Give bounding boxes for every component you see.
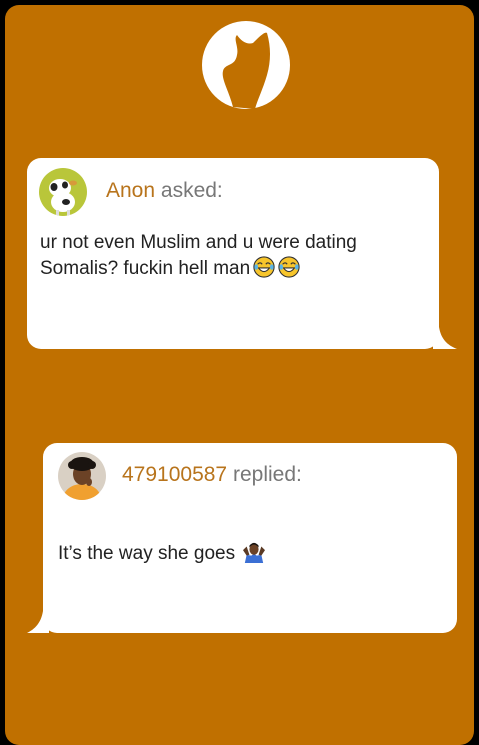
cat-logo-icon <box>202 21 290 109</box>
question-text: ur not even Muslim and u were dating Som… <box>40 232 357 279</box>
tears-of-joy-emoji-icon <box>278 256 300 278</box>
tears-of-joy-emoji-icon <box>253 256 275 278</box>
reply-text-block: It’s the way she goes <box>58 541 438 567</box>
asked-label: asked: <box>160 179 223 202</box>
reply-bubble: 479100587 replied: It’s the way she goes <box>27 443 457 633</box>
question-text-block: ur not even Muslim and u were dating Som… <box>40 230 420 282</box>
asker-avatar[interactable] <box>39 168 87 216</box>
reply-text: It’s the way she goes <box>58 543 236 564</box>
post-card: Anon asked: ur not even Muslim and u wer… <box>5 5 474 745</box>
asker-line: Anon asked: <box>106 179 223 203</box>
replier-avatar[interactable] <box>58 452 106 500</box>
asker-name[interactable]: Anon <box>106 179 155 202</box>
bubble-tail <box>27 611 49 633</box>
question-bubble: Anon asked: ur not even Muslim and u wer… <box>27 158 457 349</box>
shrug-emoji-icon <box>243 542 266 563</box>
cow-avatar-icon <box>39 168 87 216</box>
replier-line: 479100587 replied: <box>122 463 302 487</box>
replied-label: replied: <box>232 463 302 486</box>
user-photo-avatar-icon <box>58 452 106 500</box>
replier-name[interactable]: 479100587 <box>122 463 227 486</box>
bubble-tail <box>433 327 457 349</box>
